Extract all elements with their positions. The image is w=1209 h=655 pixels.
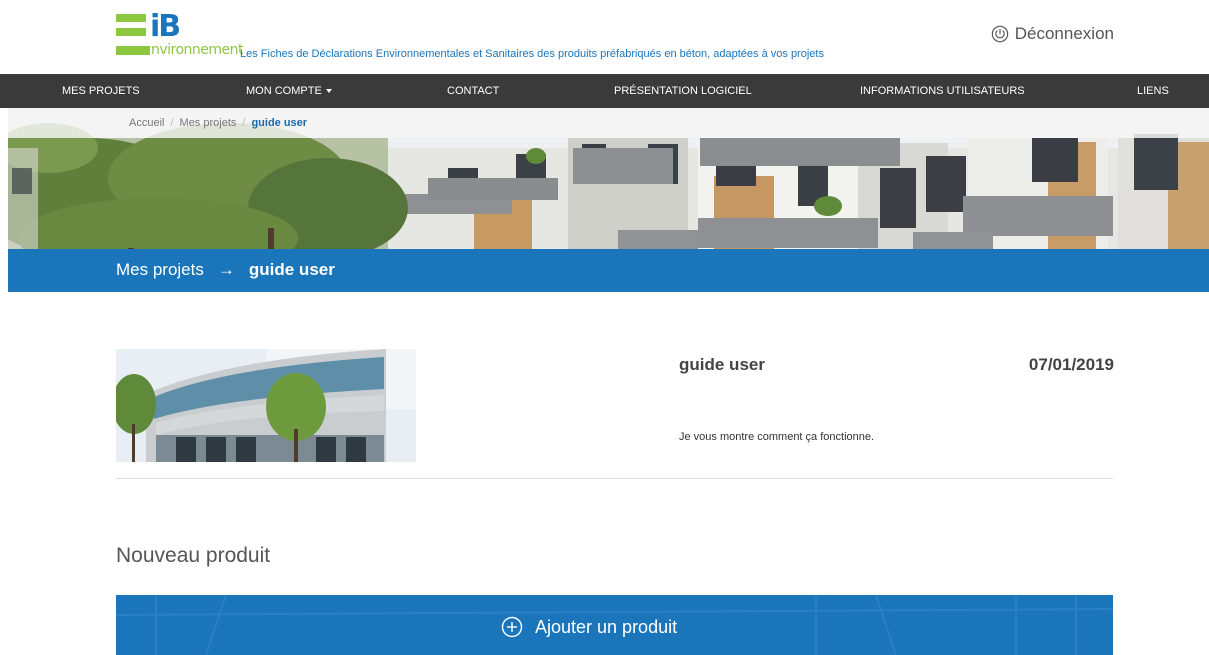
add-product-button[interactable]: Ajouter un produit — [116, 595, 1113, 655]
breadcrumb-separator: / — [242, 117, 246, 129]
project-thumbnail — [116, 349, 416, 462]
logo-bar — [116, 28, 146, 36]
logo-word: nvironnement — [151, 42, 244, 58]
caret-down-icon — [325, 89, 332, 94]
project-description: Je vous montre comment ça fonctionne. — [679, 431, 875, 443]
nav-item-contact[interactable]: CONTACT — [447, 85, 499, 97]
project-date: 07/01/2019 — [1028, 355, 1114, 374]
logout-link[interactable]: Déconnexion — [991, 24, 1114, 44]
page-title-bar: Mes projets → guide user — [8, 249, 1209, 292]
site-logo[interactable]: iB nvironnement — [116, 9, 244, 60]
section-divider — [116, 478, 1113, 479]
logo-mark: iB — [150, 9, 181, 44]
project-name: guide user — [679, 355, 765, 374]
breadcrumb-item-projects[interactable]: Mes projets — [180, 117, 237, 129]
breadcrumb-item-current: guide user — [251, 117, 308, 129]
breadcrumb: Accueil / Mes projets / guide user — [8, 108, 1209, 138]
arrow-right-icon: → — [217, 260, 235, 279]
main-nav: MES PROJETS MON COMPTE CONTACT PRÉSENTAT… — [0, 74, 1209, 108]
nav-item-mes-projets[interactable]: MES PROJETS — [62, 85, 140, 97]
add-product-label: Ajouter un produit — [535, 616, 678, 637]
logout-label: Déconnexion — [1014, 24, 1114, 43]
nav-item-liens[interactable]: LIENS — [1137, 85, 1169, 97]
logo-bar — [116, 46, 150, 55]
page-title-parent[interactable]: Mes projets — [116, 260, 204, 279]
project-building-image — [116, 349, 416, 462]
breadcrumb-item-home[interactable]: Accueil — [129, 117, 164, 129]
logo-bar — [116, 14, 146, 22]
nav-item-informations-utilisateurs[interactable]: INFORMATIONS UTILISATEURS — [860, 85, 1025, 97]
plus-circle-icon — [501, 616, 523, 638]
nav-item-presentation-logiciel[interactable]: PRÉSENTATION LOGICIEL — [614, 85, 752, 97]
power-icon — [991, 25, 1008, 43]
site-tagline: Les Fiches de Déclarations Environnement… — [240, 48, 824, 60]
page-title: guide user — [248, 260, 335, 279]
site-header: iB nvironnement Les Fiches de Déclaratio… — [0, 0, 1209, 74]
nav-item-mon-compte[interactable]: MON COMPTE — [246, 85, 332, 97]
section-title-new-product: Nouveau produit — [116, 544, 271, 567]
nav-item-label: MON COMPTE — [246, 85, 322, 97]
breadcrumb-separator: / — [170, 117, 174, 129]
hero-banner: Accueil / Mes projets / guide user Mes proje… — [8, 108, 1209, 292]
